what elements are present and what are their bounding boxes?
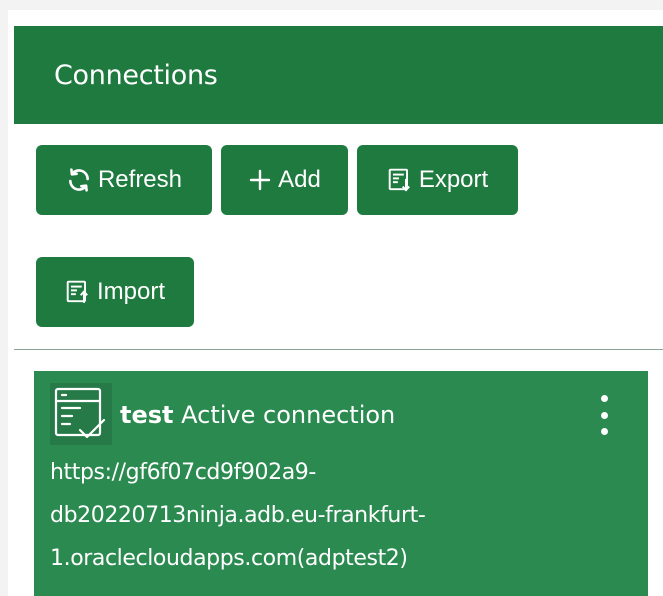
connection-url: https://gf6f07cd9f902a9- db20220713ninja… xyxy=(50,451,640,580)
add-button[interactable]: Add xyxy=(221,145,348,215)
refresh-label: Refresh xyxy=(97,166,183,193)
connections-panel: Connections Refresh Add Export Import te… xyxy=(14,26,663,596)
connection-card[interactable]: test Active connection https://gf6f07cd9… xyxy=(34,371,648,596)
panel-title: Connections xyxy=(54,59,218,91)
connection-check-icon xyxy=(50,383,112,445)
connection-name: test xyxy=(120,401,174,429)
kebab-dot xyxy=(600,411,608,419)
connection-status: Active connection xyxy=(181,401,396,429)
export-label: Export xyxy=(418,166,489,193)
import-icon xyxy=(65,279,91,305)
import-button[interactable]: Import xyxy=(36,257,194,327)
panel-header: Connections xyxy=(14,26,663,124)
connection-url-line: db20220713ninja.adb.eu-frankfurt- xyxy=(50,503,426,528)
refresh-icon xyxy=(66,167,92,193)
kebab-dot xyxy=(600,395,608,402)
divider xyxy=(14,349,663,350)
plus-icon xyxy=(248,168,272,192)
connection-title: test Active connection xyxy=(120,401,395,429)
export-icon xyxy=(387,167,413,193)
export-button[interactable]: Export xyxy=(357,145,518,215)
kebab-dot xyxy=(600,428,608,435)
refresh-button[interactable]: Refresh xyxy=(36,145,212,215)
import-label: Import xyxy=(96,278,165,305)
connection-url-line: https://gf6f07cd9f902a9- xyxy=(50,460,316,485)
add-label: Add xyxy=(278,166,321,193)
window-top-strip xyxy=(0,0,663,10)
connection-url-line: 1.oraclecloudapps.com(adptest2) xyxy=(50,546,408,571)
kebab-menu-icon[interactable] xyxy=(592,395,616,435)
window-left-edge xyxy=(0,0,8,596)
